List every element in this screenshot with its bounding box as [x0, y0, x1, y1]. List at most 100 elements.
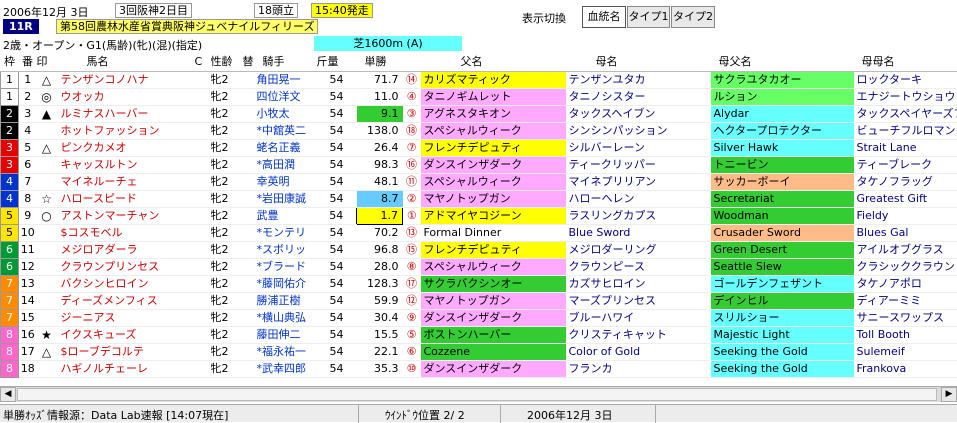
horse-name[interactable]: メジロアダーラ	[57, 241, 195, 258]
jockey-name[interactable]: 四位洋文	[257, 88, 317, 105]
jockey-name[interactable]: *モンテリ	[257, 224, 317, 241]
dam-name[interactable]: テンザンユタカ	[566, 71, 711, 88]
sire-name[interactable]: フレンチデピュティ	[421, 139, 566, 156]
jockey-name[interactable]: *高田潤	[257, 156, 317, 173]
horse-name[interactable]: バクシンヒロイン	[57, 275, 195, 292]
broodmare-sire[interactable]: Silver Hawk	[711, 139, 854, 156]
sire-name[interactable]: スペシャルウィーク	[421, 122, 566, 139]
horse-name[interactable]: ジーニアス	[57, 309, 195, 326]
dam-dam-name[interactable]: Blues Gal	[854, 224, 957, 241]
horse-name[interactable]: ホットファッション	[57, 122, 195, 139]
sire-name[interactable]: アドマイヤコジーン	[421, 207, 566, 224]
dam-dam-name[interactable]: Sulemeif	[854, 343, 957, 360]
sire-name[interactable]: Formal Dinner	[421, 224, 566, 241]
dam-name[interactable]: シルバーレーン	[566, 139, 711, 156]
jockey-name[interactable]: *岩田康誠	[257, 190, 317, 207]
tab-type1[interactable]: タイプ1	[627, 6, 670, 28]
horse-name[interactable]: ハギノルチェーレ	[57, 360, 195, 377]
horse-name[interactable]: ルミナスハーバー	[57, 105, 195, 122]
table-row[interactable]: 611メジロアダーラ牝2*スボリッ5496.8⑮フレンチデピュティメジロダーリン…	[1, 241, 957, 258]
dam-dam-name[interactable]: タックスペイヤーズフィ	[854, 105, 957, 122]
broodmare-sire[interactable]: デインヒル	[711, 292, 854, 309]
table-row[interactable]: 59○アストンマーチャン牝2武豊541.7①アドマイヤコジーンラスリングカプスW…	[1, 207, 957, 224]
dam-dam-name[interactable]: クラシッククラウン	[854, 258, 957, 275]
table-row[interactable]: 35△ピンクカメオ牝2蛯名正義5426.4⑦フレンチデピュティシルバーレーンSi…	[1, 139, 957, 156]
sire-name[interactable]: ダンスインザダーク	[421, 156, 566, 173]
sire-name[interactable]: ボストンハーバー	[421, 326, 566, 343]
table-row[interactable]: 817△$ローブデコルテ牝2*福永祐一5422.1⑥CozzeneColor o…	[1, 343, 957, 360]
horse-name[interactable]: マイネルーチェ	[57, 173, 195, 190]
table-row[interactable]: 715ジーニアス牝2*横山典弘5430.4⑨ダンスインザダークブルーハワイスリル…	[1, 309, 957, 326]
col-weight[interactable]: 斤量	[317, 54, 357, 71]
broodmare-sire[interactable]: Seeking the Gold	[711, 343, 854, 360]
broodmare-sire[interactable]: Secretariat	[711, 190, 854, 207]
table-row[interactable]: 11△テンザンコノハナ牝2角田晃一5471.7⑭カリズマティックテンザンユタカサ…	[1, 71, 957, 88]
table-row[interactable]: 714ディーズメンフィス牝2勝浦正樹5459.9⑫マヤノトップガンマーズプリンセ…	[1, 292, 957, 309]
dam-name[interactable]: カズサヒロイン	[566, 275, 711, 292]
prediction-mark[interactable]: ◎	[37, 88, 57, 105]
dam-dam-name[interactable]: エナジートウショウ	[854, 88, 957, 105]
jockey-name[interactable]: 勝浦正樹	[257, 292, 317, 309]
jockey-name[interactable]: *武幸四郎	[257, 360, 317, 377]
broodmare-sire[interactable]: サクラユタカオー	[711, 71, 854, 88]
prediction-mark[interactable]	[37, 122, 57, 139]
prediction-mark[interactable]	[37, 156, 57, 173]
prediction-mark[interactable]: ▲	[37, 105, 57, 122]
col-bms[interactable]: 母父名	[711, 54, 854, 71]
prediction-mark[interactable]	[37, 309, 57, 326]
jockey-name[interactable]: 幸英明	[257, 173, 317, 190]
dam-name[interactable]: マーズプリンセス	[566, 292, 711, 309]
jockey-name[interactable]: *中舘英二	[257, 122, 317, 139]
dam-dam-name[interactable]: ビューチフルロマン	[854, 122, 957, 139]
sire-name[interactable]: ダンスインザダーク	[421, 309, 566, 326]
dam-dam-name[interactable]: Strait Lane	[854, 139, 957, 156]
dam-name[interactable]: タニノシスター	[566, 88, 711, 105]
col-name[interactable]: 馬名	[57, 54, 195, 71]
dam-name[interactable]: Color of Gold	[566, 343, 711, 360]
broodmare-sire[interactable]: トニービン	[711, 156, 854, 173]
jockey-name[interactable]: *横山典弘	[257, 309, 317, 326]
prediction-mark[interactable]: △	[37, 343, 57, 360]
table-row[interactable]: 510$コスモベル牝2*モンテリ5470.2⑬Formal DinnerBlue…	[1, 224, 957, 241]
dam-dam-name[interactable]: Toll Booth	[854, 326, 957, 343]
col-sex-age[interactable]: 性齢	[211, 54, 243, 71]
scroll-thumb[interactable]	[17, 388, 937, 401]
sire-name[interactable]: フレンチデピュティ	[421, 241, 566, 258]
table-row[interactable]: 36キャッスルトン牝2*高田潤5498.3⑯ダンスインザダークティークリッパート…	[1, 156, 957, 173]
broodmare-sire[interactable]: Woodman	[711, 207, 854, 224]
col-dbms[interactable]: 母母名	[854, 54, 957, 71]
sire-name[interactable]: タニノギムレット	[421, 88, 566, 105]
col-sire[interactable]: 父名	[421, 54, 566, 71]
sire-name[interactable]: カリズマティック	[421, 71, 566, 88]
jockey-name[interactable]: *福永祐一	[257, 343, 317, 360]
prediction-mark[interactable]	[37, 173, 57, 190]
broodmare-sire[interactable]: Majestic Light	[711, 326, 854, 343]
horizontal-scrollbar[interactable]: ◀ ▶	[0, 386, 957, 402]
dam-name[interactable]: クリスティキャット	[566, 326, 711, 343]
table-row[interactable]: 818ハギノルチェーレ牝2*武幸四郎5435.3⑩ダンスインザダークフランカSe…	[1, 360, 957, 377]
jockey-name[interactable]: 武豊	[257, 207, 317, 224]
broodmare-sire[interactable]: ゴールデンフェザント	[711, 275, 854, 292]
horse-name[interactable]: キャッスルトン	[57, 156, 195, 173]
broodmare-sire[interactable]: スリルショー	[711, 309, 854, 326]
horse-name[interactable]: ウオッカ	[57, 88, 195, 105]
table-row[interactable]: 23▲ルミナスハーバー牝2小牧太549.1③アグネスタキオンタックスヘイブンAl…	[1, 105, 957, 122]
prediction-mark[interactable]: △	[37, 71, 57, 88]
dam-name[interactable]: シンシンパッション	[566, 122, 711, 139]
dam-dam-name[interactable]: Fieldy	[854, 207, 957, 224]
broodmare-sire[interactable]: Seeking the Gold	[711, 360, 854, 377]
jockey-name[interactable]: *スボリッ	[257, 241, 317, 258]
dam-name[interactable]: Blue Sword	[566, 224, 711, 241]
tab-type2[interactable]: タイプ2	[671, 6, 715, 28]
table-row[interactable]: 47マイネルーチェ牝2幸英明5448.1⑪スペシャルウィークマイネプリリアンサッ…	[1, 173, 957, 190]
dam-dam-name[interactable]: アイルオブグラス	[854, 241, 957, 258]
col-c[interactable]: C	[195, 54, 211, 71]
dam-dam-name[interactable]: タケノアポロ	[854, 275, 957, 292]
dam-dam-name[interactable]: ティーブレーク	[854, 156, 957, 173]
horse-name[interactable]: $コスモベル	[57, 224, 195, 241]
prediction-mark[interactable]	[37, 224, 57, 241]
prediction-mark[interactable]: ☆	[37, 190, 57, 207]
prediction-mark[interactable]: △	[37, 139, 57, 156]
sire-name[interactable]: マヤノトップガン	[421, 292, 566, 309]
sire-name[interactable]: ダンスインザダーク	[421, 360, 566, 377]
